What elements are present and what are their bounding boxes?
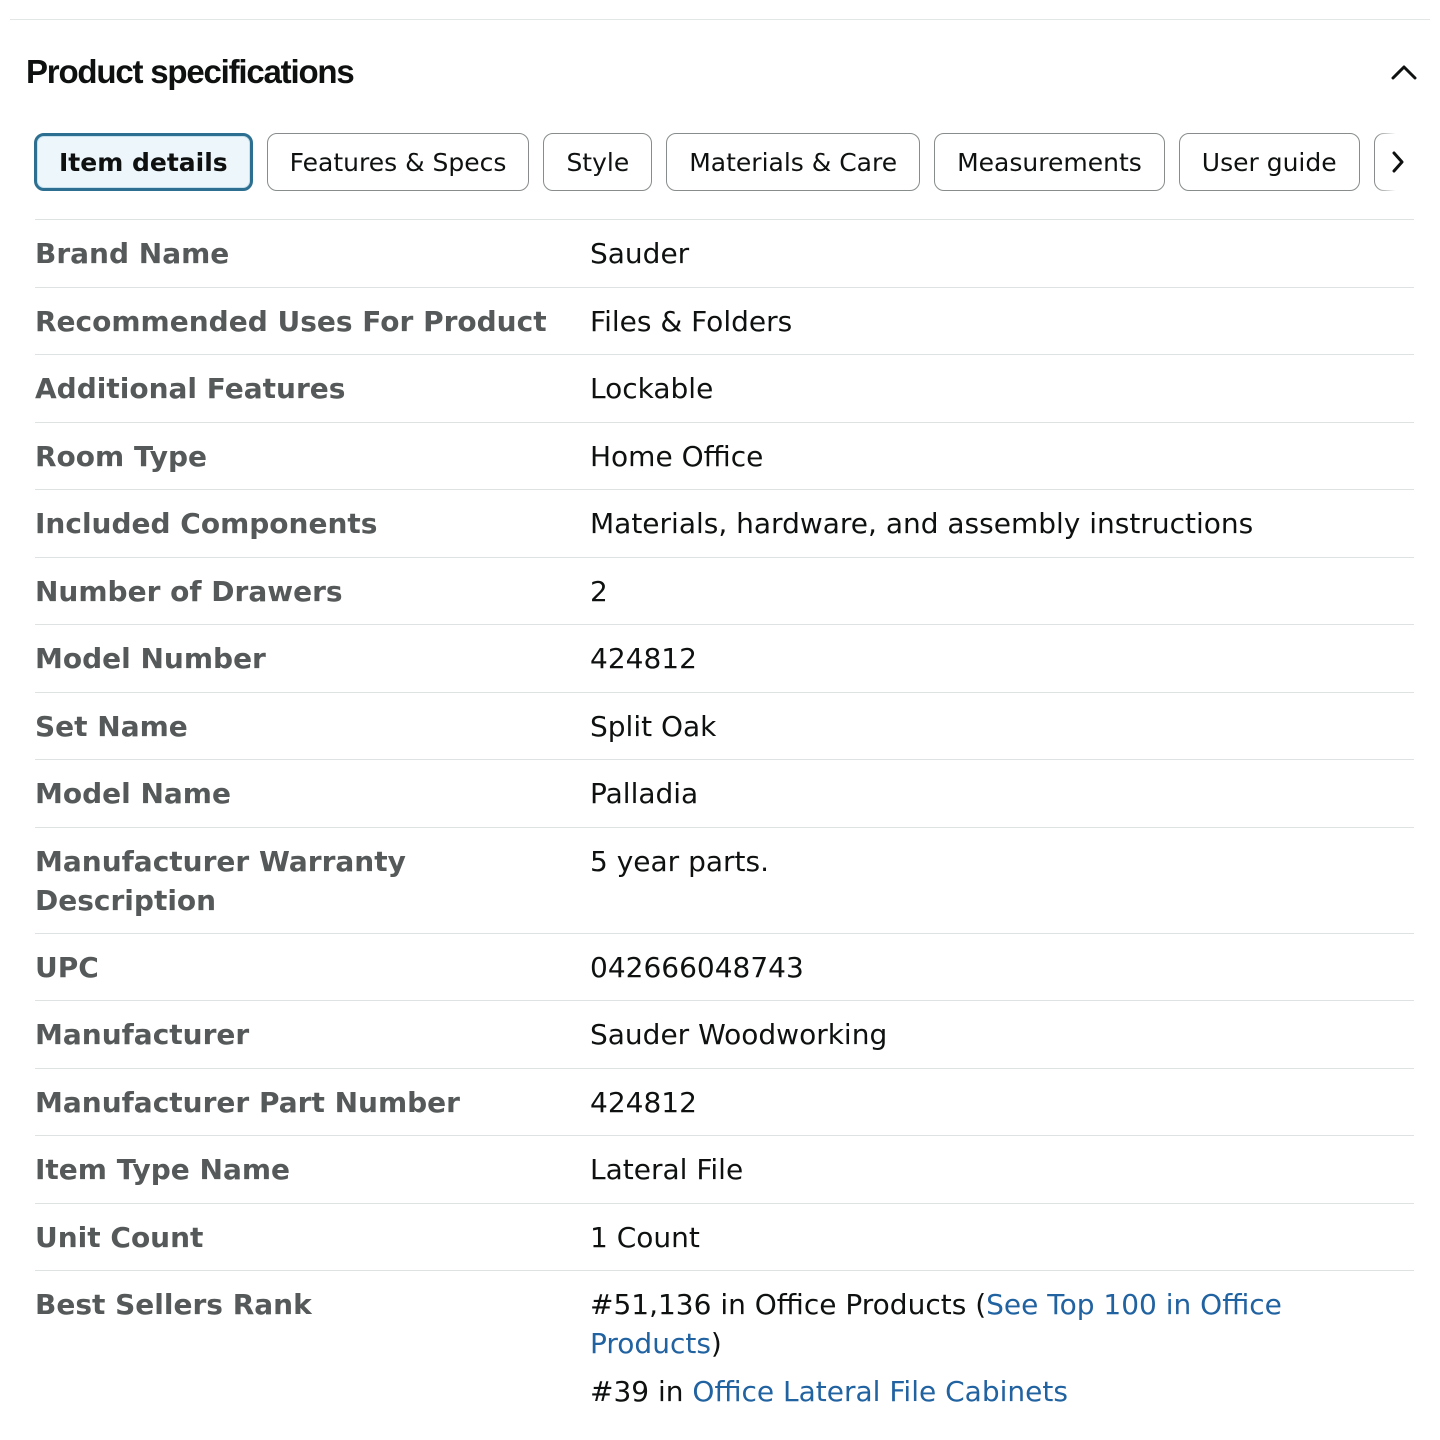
rank-line-2: #39 in Office Lateral File Cabinets xyxy=(590,1372,1414,1411)
spec-key: Included Components xyxy=(35,507,378,540)
section-header[interactable]: Product specifications xyxy=(26,48,1426,96)
spec-row: Brand Name Sauder xyxy=(35,220,1414,288)
spec-value: Palladia xyxy=(590,777,699,810)
top-divider xyxy=(10,19,1430,20)
spec-row: Included Components Materials, hardware,… xyxy=(35,490,1414,558)
tab-item-details[interactable]: Item details xyxy=(34,133,253,191)
tab-style[interactable]: Style xyxy=(543,133,653,191)
spec-row: Model Number 424812 xyxy=(35,625,1414,693)
chevron-right-icon xyxy=(1392,151,1404,173)
rank-line-1: #51,136 in Office Products (See Top 100 … xyxy=(590,1285,1414,1363)
section-title: Product specifications xyxy=(26,53,355,90)
collapse-button[interactable] xyxy=(1382,50,1426,94)
spec-key: Set Name xyxy=(35,709,188,743)
category-link[interactable]: Office Lateral File Cabinets xyxy=(692,1375,1068,1408)
rank1-prefix: #51,136 in Office Products ( xyxy=(590,1288,987,1321)
spec-key: Number of Drawers xyxy=(35,574,343,608)
spec-key: UPC xyxy=(35,950,99,984)
spec-row: UPC 042666048743 xyxy=(35,934,1414,1001)
tab-features-specs[interactable]: Features & Specs xyxy=(266,133,530,191)
tab-user-guide[interactable]: User guide xyxy=(1178,133,1360,191)
spec-key: Unit Count xyxy=(35,1220,204,1254)
spec-value: Materials, hardware, and assembly instru… xyxy=(590,507,1254,540)
spec-value: 2 xyxy=(590,574,608,608)
spec-key: Room Type xyxy=(35,439,208,473)
spec-key: Model Number xyxy=(35,642,266,675)
spec-value: Sauder xyxy=(590,237,690,270)
spec-key: Manufacturer xyxy=(35,1018,250,1051)
spec-row: Model Name Palladia xyxy=(35,760,1414,828)
spec-value: 424812 xyxy=(590,1085,697,1119)
spec-value: 424812 xyxy=(590,642,697,675)
spec-key: Brand Name xyxy=(35,237,230,270)
spec-tabs: Item details Features & Specs Style Materia… xyxy=(34,133,1420,193)
specs-table: Brand Name Sauder Recommended Uses For P… xyxy=(35,219,1414,1411)
best-sellers-value: #51,136 in Office Products (See Top 100 … xyxy=(590,1285,1414,1411)
spec-value: 1 Count xyxy=(590,1220,700,1254)
rank2-prefix: #39 in xyxy=(590,1375,693,1408)
spec-value: Files & Folders xyxy=(590,304,793,338)
tab-materials-care[interactable]: Materials & Care xyxy=(666,133,921,191)
spec-row: Item Type Name Lateral File xyxy=(35,1136,1414,1204)
tabs-next-button[interactable] xyxy=(1376,133,1420,191)
spec-row: Manufacturer Sauder Woodworking xyxy=(35,1001,1414,1069)
rank1-suffix: ) xyxy=(710,1327,722,1360)
spec-row: Recommended Uses For Product Files & Fol… xyxy=(35,288,1414,355)
spec-key: Recommended Uses For Product xyxy=(35,304,547,338)
spec-row: Set Name Split Oak xyxy=(35,693,1414,760)
chevron-up-icon xyxy=(1391,65,1417,80)
spec-value: Lateral File xyxy=(590,1153,744,1186)
spec-row: Number of Drawers 2 xyxy=(35,558,1414,625)
spec-value: 5 year parts. xyxy=(590,844,769,878)
spec-value: Lockable xyxy=(590,372,714,405)
spec-key: Manufacturer Part Number xyxy=(35,1085,460,1119)
spec-row: Unit Count 1 Count xyxy=(35,1204,1414,1271)
spec-row: Room Type Home Office xyxy=(35,423,1414,490)
spec-row-best-sellers: Best Sellers Rank #51,136 in Office Prod… xyxy=(35,1271,1414,1411)
tab-measurements[interactable]: Measurements xyxy=(934,133,1165,191)
spec-key: Item Type Name xyxy=(35,1153,291,1186)
spec-row: Manufacturer Part Number 424812 xyxy=(35,1069,1414,1136)
spec-row: Manufacturer Warranty Description 5 year… xyxy=(35,828,1414,934)
spec-key: Additional Features xyxy=(35,372,346,405)
spec-value: Home Office xyxy=(590,439,764,473)
spec-value: 042666048743 xyxy=(590,950,804,984)
spec-row: Additional Features Lockable xyxy=(35,355,1414,423)
spec-value: Split Oak xyxy=(590,709,717,743)
spec-value: Sauder Woodworking xyxy=(590,1018,888,1051)
spec-key: Manufacturer Warranty Description xyxy=(35,844,406,917)
spec-key: Best Sellers Rank xyxy=(35,1288,312,1321)
spec-key: Model Name xyxy=(35,777,231,810)
